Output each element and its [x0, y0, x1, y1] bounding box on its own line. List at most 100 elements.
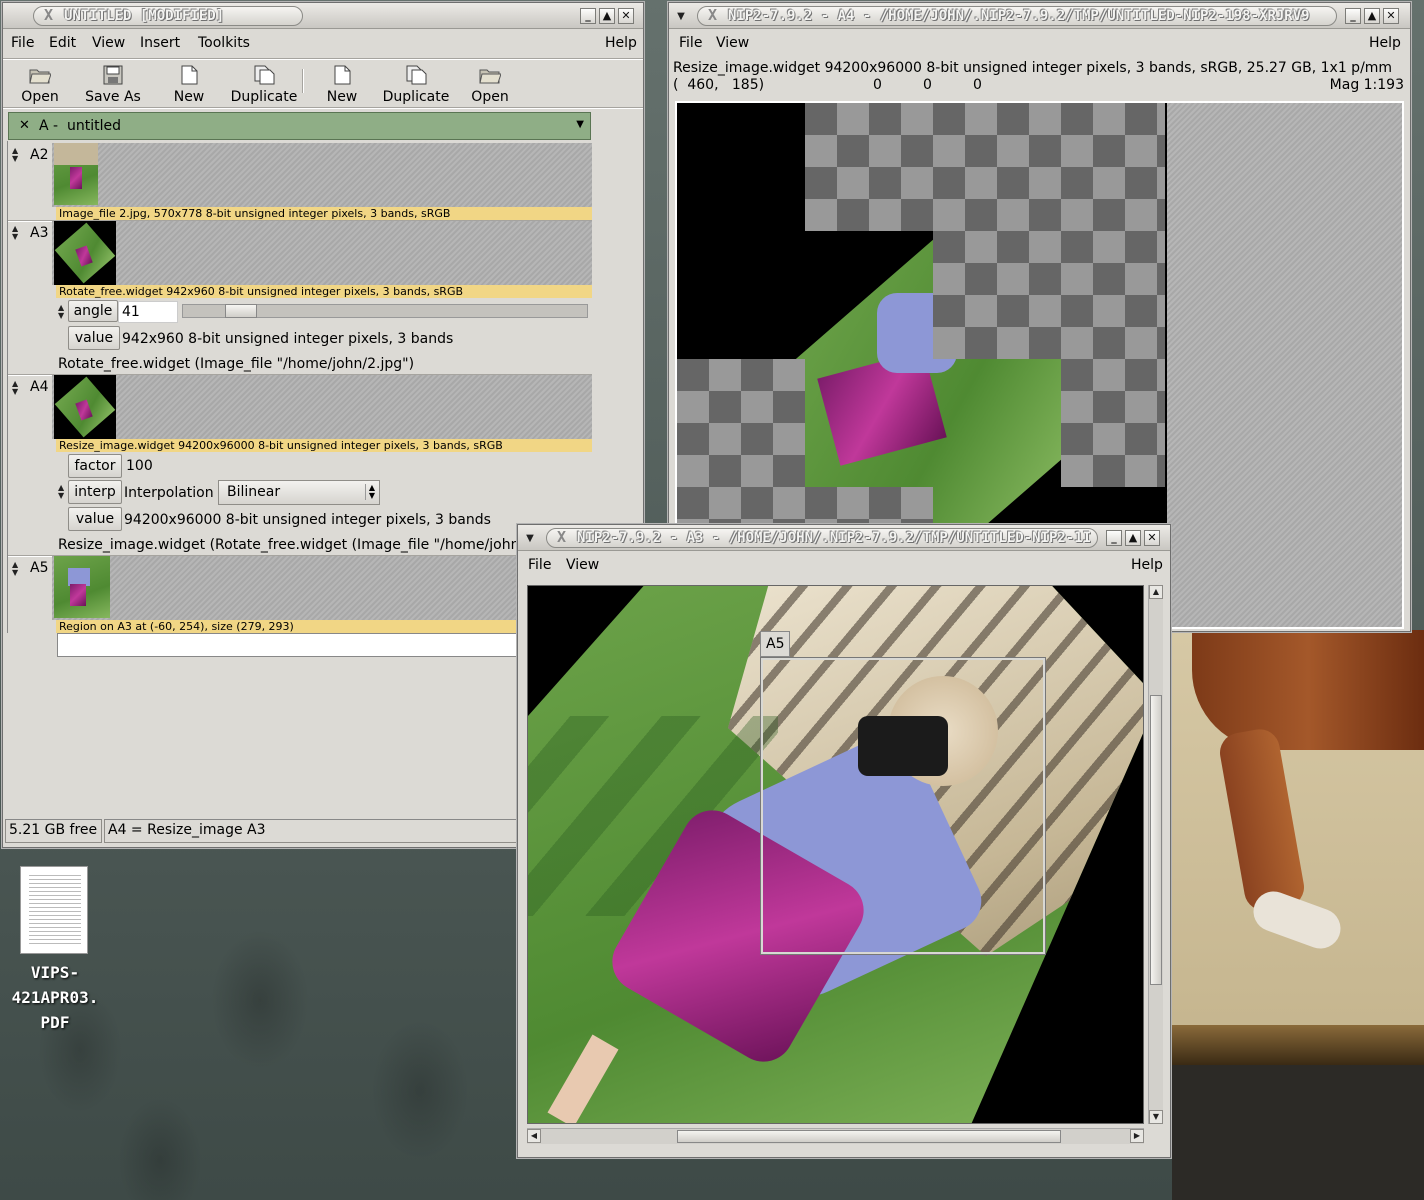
toolbar-duplicate-button-2[interactable]: Duplicate [381, 65, 451, 105]
duplicate-icon [406, 65, 427, 85]
menu-help[interactable]: Help [1369, 30, 1401, 57]
menu-help[interactable]: Help [605, 30, 637, 57]
close-button[interactable]: ✕ [1383, 8, 1399, 24]
menu-file[interactable]: File [11, 30, 34, 57]
workspace-column-header[interactable]: ✕ A - untitled ▼ [8, 112, 591, 140]
menu-view[interactable]: View [566, 552, 599, 579]
vscroll-thumb[interactable] [1150, 695, 1162, 985]
toolbar-save-as-button[interactable]: Save As [83, 65, 143, 105]
row-a4-spinner[interactable]: ▲ ▼ [12, 380, 18, 396]
minimize-button[interactable]: _ [1345, 8, 1361, 24]
viewer-a4-info: Resize_image.widget 94200x96000 8-bit un… [673, 60, 1408, 94]
x-logo-icon: X [708, 6, 718, 24]
desktop-file-icon[interactable]: VIPS- 421APR03. PDF [0, 862, 110, 1032]
interp-text: Interpolation [124, 485, 214, 501]
painting-frame-bottom [1172, 1065, 1424, 1200]
toolbar-duplicate-button[interactable]: Duplicate [229, 65, 299, 105]
a3-value-button[interactable]: value [68, 326, 120, 350]
menu-file[interactable]: File [528, 552, 551, 579]
scroll-up-arrow-icon[interactable]: ▲ [1149, 585, 1163, 599]
row-a4-label: A4 [30, 379, 49, 395]
angle-input[interactable]: 41 [118, 301, 178, 323]
maximize-button[interactable]: ▲ [1364, 8, 1380, 24]
select-arrows-icon: ▲ ▼ [364, 484, 375, 500]
magnification: Mag 1:193 [1329, 77, 1404, 93]
column-close-icon[interactable]: ✕ [19, 118, 30, 133]
factor-value[interactable]: 100 [126, 458, 153, 474]
desktop-wallpaper-painting [1172, 630, 1424, 1200]
scroll-down-arrow-icon[interactable]: ▼ [1149, 1110, 1163, 1124]
interp-spinner[interactable]: ▲ ▼ [58, 484, 64, 500]
menu-edit[interactable]: Edit [49, 30, 76, 57]
viewer-a3-hscroll[interactable]: ◀ ▶ [527, 1128, 1144, 1144]
checker-tile-right [933, 231, 1165, 359]
maximize-button[interactable]: ▲ [599, 8, 615, 24]
painting-frame [1172, 1025, 1424, 1065]
viewer-a3-canvas[interactable]: A5 [527, 585, 1144, 1124]
region-a5-box[interactable] [761, 658, 1045, 954]
row-a3-spinner[interactable]: ▲ ▼ [12, 225, 18, 241]
duplicate-icon [254, 65, 275, 85]
row-a4-thumbnail[interactable] [54, 375, 116, 439]
row-a2-caption: Image_file 2.jpg, 570x778 8-bit unsigned… [56, 207, 592, 220]
minimize-button[interactable]: _ [1106, 530, 1122, 546]
window-menu-icon[interactable]: ▼ [673, 9, 689, 25]
a4-formula: Resize_image.widget (Rotate_free.widget … [58, 537, 520, 553]
viewer-a3-title: X NIP2-7.9.2 - A3 - /HOME/JOHN/.NIP2-7.9.… [546, 528, 1098, 548]
row-a2-thumbnail[interactable] [54, 143, 98, 205]
viewer-a4-title: X NIP2-7.9.2 - A4 - /HOME/JOHN/.NIP2-7.9.… [697, 6, 1337, 26]
menu-file[interactable]: File [679, 30, 702, 57]
a4-value-button[interactable]: value [68, 507, 122, 531]
region-a5-label[interactable]: A5 [760, 631, 791, 657]
close-button[interactable]: ✕ [1144, 530, 1160, 546]
minimize-button[interactable]: _ [580, 8, 596, 24]
row-a5-caption: Region on A3 at (-60, 254), size (279, 2… [56, 620, 592, 633]
row-a5-label: A5 [30, 560, 49, 576]
row-a5-thumbnail[interactable] [54, 556, 110, 618]
viewer-a4-menubar: File View Help [669, 30, 1410, 57]
row-a3-thumbnail[interactable] [54, 221, 116, 285]
factor-label-button[interactable]: factor [68, 454, 122, 478]
viewer-a3-vscroll[interactable]: ▲ ▼ [1148, 585, 1163, 1124]
menu-insert[interactable]: Insert [140, 30, 180, 57]
x-logo-icon: X [44, 6, 54, 24]
row-a2-spinner[interactable]: ▲ ▼ [12, 147, 18, 163]
angle-label-button[interactable]: angle [68, 300, 118, 322]
toolbar-separator-bottom [3, 107, 643, 109]
menu-help[interactable]: Help [1131, 552, 1163, 579]
desktop-file-label: VIPS- 421APR03. PDF [11, 963, 99, 1032]
viewer-window-a3: ▼ X NIP2-7.9.2 - A3 - /HOME/JOHN/.NIP2-7.… [517, 524, 1171, 1158]
painting-horse-hind-leg [1216, 726, 1308, 914]
menu-view[interactable]: View [716, 30, 749, 57]
row-a3-caption: Rotate_free.widget 942x960 8-bit unsigne… [56, 285, 592, 298]
scroll-left-arrow-icon[interactable]: ◀ [527, 1129, 541, 1143]
painting-horse-leg [1192, 630, 1424, 750]
viewer-a3-menubar: File View Help [518, 552, 1170, 579]
interp-select[interactable]: Bilinear ▲ ▼ [218, 480, 380, 505]
viewer-a3-titlebar[interactable]: ▼ X NIP2-7.9.2 - A3 - /HOME/JOHN/.NIP2-7.… [518, 525, 1170, 551]
maximize-button[interactable]: ▲ [1125, 530, 1141, 546]
main-titlebar[interactable]: X UNTITLED [MODIFIED] _ ▲ ✕ [3, 3, 643, 29]
close-button[interactable]: ✕ [618, 8, 634, 24]
scroll-right-arrow-icon[interactable]: ▶ [1130, 1129, 1144, 1143]
row-a2-label: A2 [30, 147, 49, 163]
interp-label-button[interactable]: interp [68, 480, 122, 504]
pixel-value-g: 0 [923, 77, 932, 93]
row-a5-spinner[interactable]: ▲ ▼ [12, 561, 18, 577]
angle-spinner[interactable]: ▲ ▼ [58, 304, 64, 320]
column-dropdown-icon[interactable]: ▼ [576, 119, 584, 130]
window-menu-icon[interactable]: ▼ [522, 531, 538, 547]
menu-view[interactable]: View [92, 30, 125, 57]
toolbar-new-button-2[interactable]: New [318, 65, 366, 105]
save-as-icon [103, 65, 123, 85]
hscroll-thumb[interactable] [677, 1130, 1061, 1143]
status-disk-free: 5.21 GB free [5, 819, 102, 843]
menu-toolkits[interactable]: Toolkits [198, 30, 250, 57]
slider-handle[interactable] [225, 304, 257, 318]
angle-slider[interactable] [182, 304, 588, 318]
row-a4-image-area [52, 375, 592, 439]
toolbar-open-button-2[interactable]: Open [465, 65, 515, 105]
toolbar-new-button[interactable]: New [165, 65, 213, 105]
viewer-a4-titlebar[interactable]: ▼ X NIP2-7.9.2 - A4 - /HOME/JOHN/.NIP2-7.… [669, 3, 1410, 29]
toolbar-open-button[interactable]: Open [15, 65, 65, 105]
